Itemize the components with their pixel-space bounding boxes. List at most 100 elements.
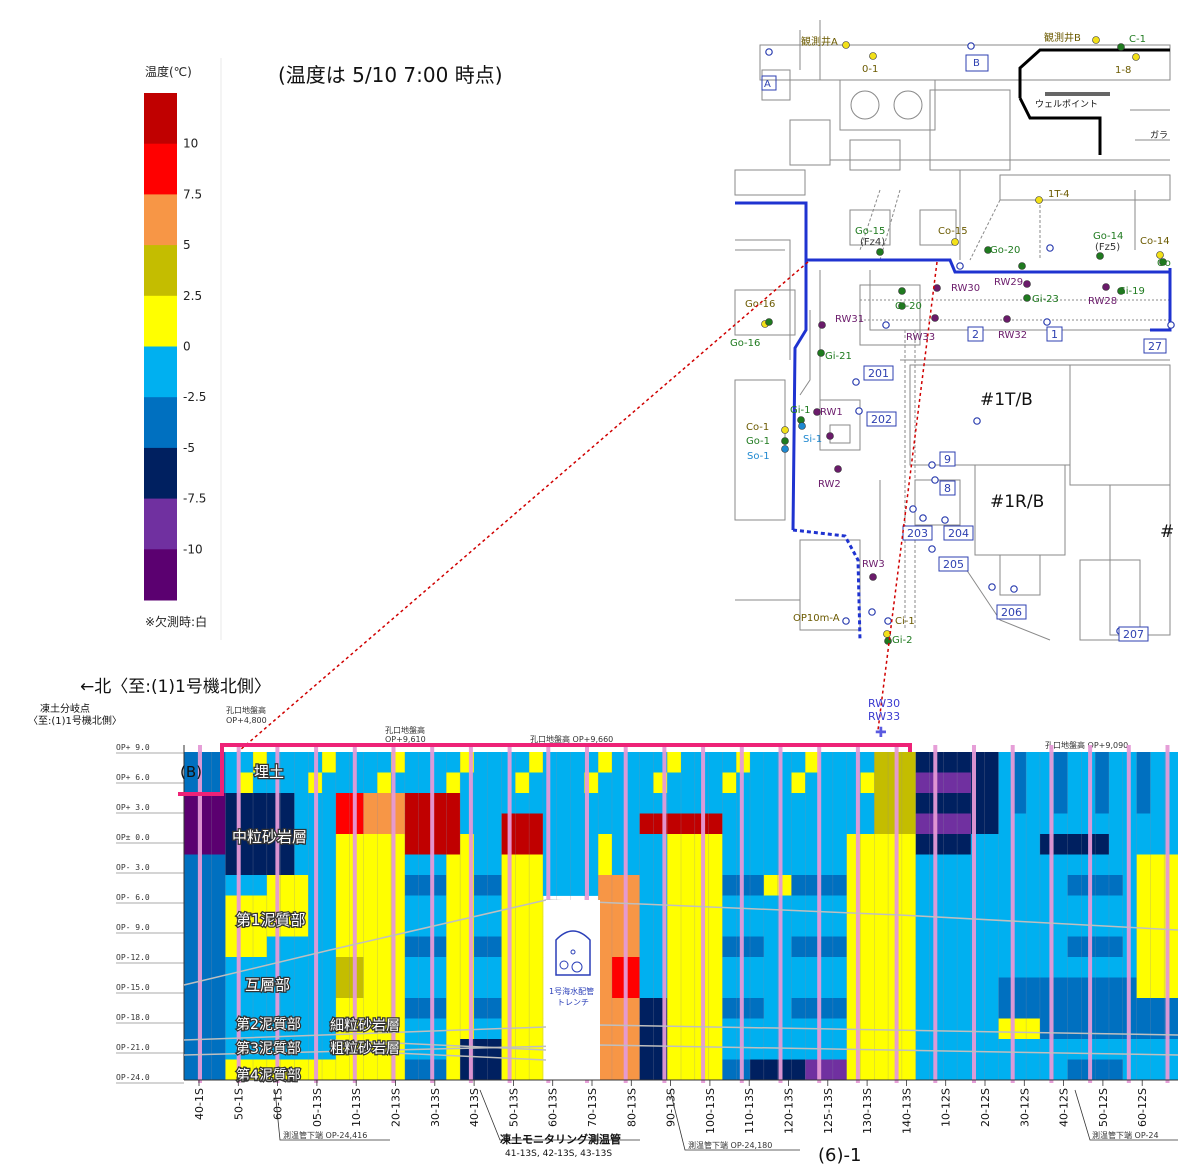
- well-label: A: [764, 79, 771, 90]
- temperature-cell: [681, 813, 696, 835]
- temperature-cell: [322, 834, 337, 855]
- temperature-cell: [957, 936, 972, 958]
- temperature-cell: [860, 1059, 875, 1081]
- temperature-cell: [708, 936, 723, 958]
- well-label: RW33: [906, 332, 935, 343]
- temperature-cell: [832, 875, 848, 896]
- temperature-cell: [1067, 977, 1082, 999]
- monitoring-well-dot: [868, 608, 876, 616]
- elevation-labels: OP+ 9.0 OP+ 6.0 OP+ 3.0 OP± 0.0 OP- 3.0 OP- 6…: [116, 743, 184, 1084]
- temperature-cell: [1150, 998, 1165, 1019]
- temperature-cell: [1150, 916, 1165, 937]
- well-label: Co-15: [938, 226, 968, 237]
- temperature-cell: [487, 957, 502, 978]
- temperature-cell: [239, 998, 254, 1019]
- temperature-cell: [335, 813, 351, 835]
- temperature-cell: [901, 1059, 917, 1081]
- elevation-label: OP-21.0: [116, 1043, 150, 1052]
- ground-label-5: 孔口地盤高 OP+9,660: [530, 734, 613, 744]
- temperature-cell: [722, 793, 737, 814]
- temperature-cell: [1026, 998, 1041, 1019]
- temperature-cell: [791, 957, 806, 978]
- building-label: #1T/B: [980, 390, 1033, 410]
- temperature-cell: [901, 1039, 917, 1060]
- temperature-cell: [943, 916, 958, 937]
- temperature-cell: [184, 813, 199, 835]
- temperature-cell: [957, 1039, 972, 1060]
- temperature-cell: [915, 916, 930, 937]
- temperature-cell: [184, 793, 199, 814]
- temperature-cell: [791, 752, 806, 773]
- temperature-cell: [1053, 793, 1068, 814]
- temperature-cell: [915, 752, 930, 773]
- measurement-pipe: [1088, 745, 1093, 1083]
- temperature-cell: [529, 813, 544, 835]
- monitoring-well-dot: [1167, 321, 1175, 329]
- temperature-cell: [681, 752, 696, 773]
- temperature-cell: [667, 1059, 682, 1081]
- temperature-cell: [446, 834, 461, 855]
- temperature-cell: [1095, 1018, 1110, 1040]
- temperature-cell: [446, 957, 461, 978]
- temperature-cell: [750, 895, 765, 917]
- temperature-cell: [335, 834, 351, 855]
- temperature-cell: [791, 936, 806, 958]
- temperature-cell: [529, 1059, 544, 1081]
- legend-tick-label: 10: [183, 137, 198, 151]
- temperature-cell: [1108, 977, 1124, 999]
- legend-swatch: [144, 245, 177, 297]
- temperature-cell: [1108, 854, 1124, 876]
- temperature-cell: [404, 916, 420, 937]
- temperature-cell: [791, 1059, 806, 1081]
- temperature-cell: [750, 1039, 765, 1060]
- temperature-cell: [570, 854, 585, 876]
- temperature-cell: [1053, 854, 1068, 876]
- temperature-cell: [667, 772, 682, 794]
- temperature-cell: [874, 957, 889, 978]
- temperature-cell: [874, 793, 889, 814]
- temperature-cell: [280, 936, 295, 958]
- temperature-cell: [667, 916, 682, 937]
- monitoring-well-dot: [765, 318, 773, 326]
- temperature-cell: [1053, 875, 1068, 896]
- temperature-cell: [239, 936, 254, 958]
- temperature-cell: [957, 895, 972, 917]
- temperature-cell: [432, 793, 447, 814]
- legend-swatch: [144, 93, 177, 145]
- temperature-cell: [639, 752, 654, 773]
- temperature-cell: [1095, 895, 1110, 917]
- monitoring-well-dot: [817, 349, 825, 357]
- monitoring-well-dot: [882, 321, 890, 329]
- temperature-cell: [335, 895, 351, 917]
- temperature-cell: [446, 1059, 461, 1081]
- temperature-cell: [184, 854, 199, 876]
- temperature-cell: [860, 875, 875, 896]
- temperature-cell: [239, 752, 254, 773]
- temperature-cell: [529, 957, 544, 978]
- temperature-cell: [184, 834, 199, 855]
- temperature-cell: [763, 936, 779, 958]
- elevation-label: OP- 9.0: [116, 923, 150, 932]
- temperature-cell: [529, 916, 544, 937]
- temperature-cell: [473, 977, 489, 999]
- monitoring-well-dot: [941, 516, 949, 524]
- temperature-cell: [598, 957, 613, 978]
- temperature-cell: [984, 772, 999, 794]
- temperature-cell: [598, 936, 613, 958]
- temperature-cell: [404, 1059, 420, 1081]
- pipe-label: 10-13S: [350, 1088, 363, 1127]
- temperature-cell: [446, 936, 461, 958]
- monitoring-well-dot: [781, 445, 789, 453]
- map-area-label: ガラ: [1150, 130, 1168, 141]
- temperature-cell: [998, 977, 1013, 999]
- pipe-label: 130-13S: [861, 1088, 874, 1134]
- temperature-cell: [487, 752, 502, 773]
- temperature-cell: [998, 916, 1013, 937]
- temperature-cell: [998, 1018, 1013, 1040]
- temperature-cell: [957, 1018, 972, 1040]
- layer-label: 第2泥質部: [236, 1016, 301, 1033]
- monitoring-well-dot: [842, 617, 850, 625]
- temperature-cell: [515, 957, 530, 978]
- temperature-cell: [722, 957, 737, 978]
- temperature-cell: [722, 1018, 737, 1040]
